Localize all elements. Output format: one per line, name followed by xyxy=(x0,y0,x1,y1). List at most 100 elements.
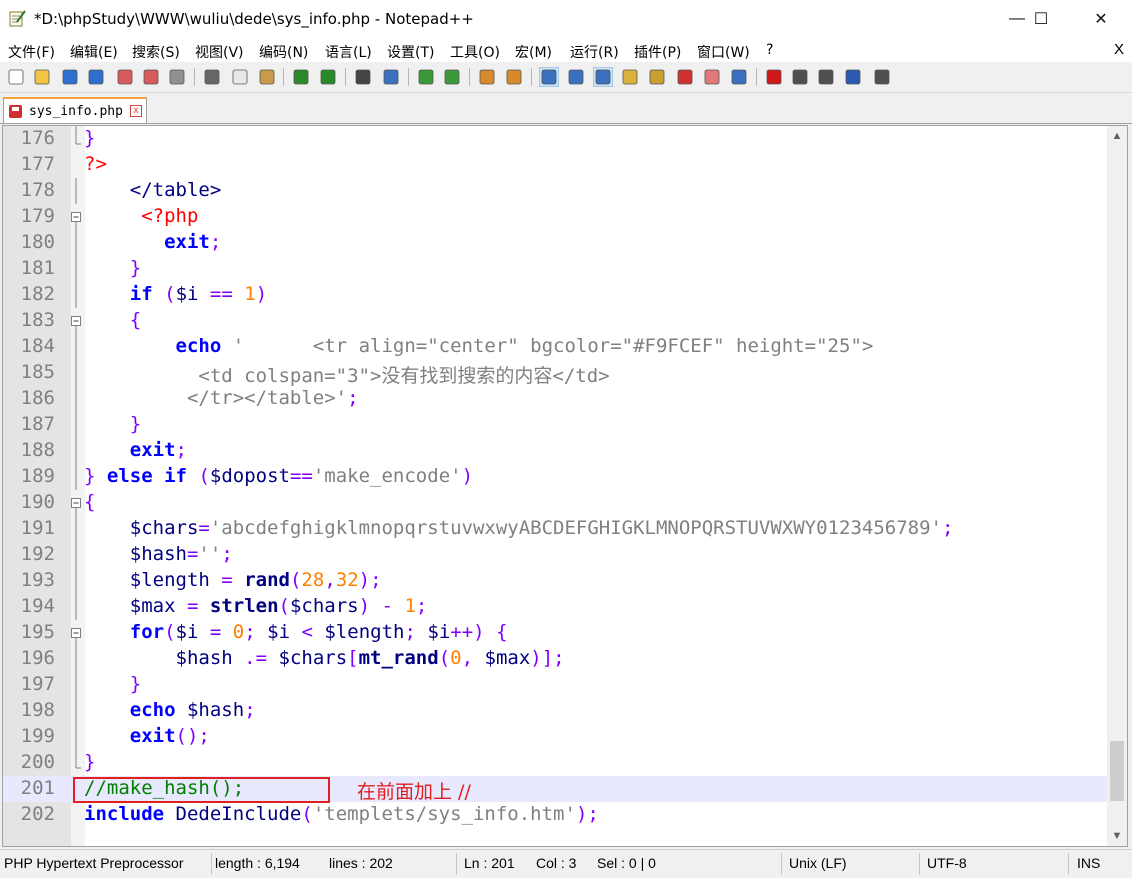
code-line[interactable]: 178 </table> xyxy=(3,178,1107,204)
replace-icon[interactable] xyxy=(381,67,401,87)
code-line[interactable]: 199 exit(); xyxy=(3,724,1107,750)
cut-icon[interactable] xyxy=(202,67,222,87)
menu-help[interactable]: ? xyxy=(766,42,773,58)
code-line[interactable]: 194 $max = strlen($chars) - 1; xyxy=(3,594,1107,620)
tab-close-icon[interactable]: x xyxy=(130,105,142,117)
show-all-chars-icon[interactable] xyxy=(566,67,586,87)
code-line[interactable]: 187 } xyxy=(3,412,1107,438)
save-all-icon[interactable] xyxy=(86,67,106,87)
scroll-up-icon[interactable]: ▲ xyxy=(1107,126,1127,146)
record-macro-icon[interactable] xyxy=(764,67,784,87)
code-line[interactable]: 181 } xyxy=(3,256,1107,282)
menu-run[interactable]: 运行(R) xyxy=(570,42,619,62)
word-wrap-icon[interactable] xyxy=(538,66,560,88)
code-line[interactable]: 176} xyxy=(3,126,1107,152)
code-line[interactable]: 177 ?> xyxy=(3,152,1107,178)
close-all-icon[interactable] xyxy=(141,67,161,87)
code-text: echo $hash; xyxy=(129,699,256,721)
code-text: include DedeInclude('templets/sys_info.h… xyxy=(84,803,599,825)
status-encoding[interactable]: UTF-8 xyxy=(927,855,967,871)
code-line[interactable]: 179 <?php xyxy=(3,204,1107,230)
fold-toggle-icon[interactable] xyxy=(69,308,83,334)
code-line[interactable]: 184 echo ' <tr align="center" bgcolor="#… xyxy=(3,334,1107,360)
code-editor[interactable]: 176} 177 ?> 178 </table> 179 <?php 180 exit; 1… xyxy=(2,125,1128,847)
code-line[interactable]: 193 $length = rand(28,32); xyxy=(3,568,1107,594)
new-file-icon[interactable] xyxy=(6,67,26,87)
fold-toggle-icon[interactable] xyxy=(69,620,83,646)
scroll-down-icon[interactable]: ▼ xyxy=(1107,826,1127,846)
line-number: 197 xyxy=(20,673,55,695)
sync-vertical-icon[interactable] xyxy=(477,67,497,87)
code-line[interactable]: 200} xyxy=(3,750,1107,776)
function-list-icon[interactable] xyxy=(675,67,695,87)
menu-window[interactable]: 窗口(W) xyxy=(697,42,750,62)
sync-horizontal-icon[interactable] xyxy=(504,67,524,87)
toolbar xyxy=(0,62,1132,93)
code-line[interactable]: 182 if ($i == 1) xyxy=(3,282,1107,308)
doc-map-icon[interactable] xyxy=(647,67,667,87)
status-eol[interactable]: Unix (LF) xyxy=(789,855,847,871)
code-line[interactable]: 180 exit; xyxy=(3,230,1107,256)
print-icon[interactable] xyxy=(167,67,187,87)
code-line[interactable]: 188 exit; xyxy=(3,438,1107,464)
scroll-thumb[interactable] xyxy=(1110,741,1124,801)
code-text: echo ' <tr align="center" bgcolor="#F9FC… xyxy=(175,335,874,357)
notepad-app-icon xyxy=(9,10,26,27)
title-bar[interactable]: *D:\phpStudy\WWW\wuliu\dede\sys_info.php… xyxy=(0,0,1132,39)
menu-edit[interactable]: 编辑(E) xyxy=(70,42,118,62)
status-insert-mode[interactable]: INS xyxy=(1077,855,1100,871)
code-line[interactable]: 185 <td colspan="3">没有找到搜索的内容</td> xyxy=(3,360,1107,387)
menu-macro[interactable]: 宏(M) xyxy=(515,42,552,62)
vertical-scrollbar[interactable]: ▲ ▼ xyxy=(1107,126,1127,846)
menu-tools[interactable]: 工具(O) xyxy=(450,42,500,62)
code-line[interactable]: 202 include DedeInclude('templets/sys_inf… xyxy=(3,802,1107,828)
zoom-in-icon[interactable] xyxy=(416,67,436,87)
code-line[interactable]: 183 { xyxy=(3,308,1107,334)
redo-icon[interactable] xyxy=(318,67,338,87)
undo-icon[interactable] xyxy=(291,67,311,87)
save-icon[interactable] xyxy=(60,67,80,87)
zoom-out-icon[interactable] xyxy=(442,67,462,87)
code-line[interactable]: 192 $hash=''; xyxy=(3,542,1107,568)
save-macro-icon[interactable] xyxy=(872,67,892,87)
code-line[interactable]: 197 } xyxy=(3,672,1107,698)
maximize-button[interactable]: ☐ xyxy=(1018,0,1064,38)
fold-toggle-icon[interactable] xyxy=(69,490,83,516)
close-icon[interactable] xyxy=(115,67,135,87)
menu-search[interactable]: 搜索(S) xyxy=(132,42,180,62)
menu-encoding[interactable]: 编码(N) xyxy=(259,42,308,62)
indent-guide-icon[interactable] xyxy=(592,66,614,88)
run-macro-multiple-icon[interactable] xyxy=(843,67,863,87)
code-text: } xyxy=(129,257,142,279)
tab-sys-info[interactable]: sys_info.php x xyxy=(3,97,147,123)
code-line[interactable]: 186 </tr></table>'; xyxy=(3,386,1107,412)
menu-view[interactable]: 视图(V) xyxy=(195,42,244,62)
menu-file[interactable]: 文件(F) xyxy=(8,42,55,62)
code-line[interactable]: 189} else if ($dopost=='make_encode') xyxy=(3,464,1107,490)
code-line[interactable]: 198 echo $hash; xyxy=(3,698,1107,724)
paste-icon[interactable] xyxy=(257,67,277,87)
code-line[interactable]: 190 { xyxy=(3,490,1107,516)
fold-line-icon xyxy=(69,542,83,568)
code-area[interactable]: 176} 177 ?> 178 </table> 179 <?php 180 exit; 1… xyxy=(3,126,1107,846)
find-icon[interactable] xyxy=(353,67,373,87)
code-line[interactable]: 195 for($i = 0; $i < $length; $i++) { xyxy=(3,620,1107,646)
line-number: 178 xyxy=(20,179,55,201)
line-number: 176 xyxy=(20,127,55,149)
menu-settings[interactable]: 设置(T) xyxy=(387,42,434,62)
play-macro-icon[interactable] xyxy=(816,67,836,87)
close-window-button[interactable]: ✕ xyxy=(1078,0,1124,38)
code-line[interactable]: 191 $chars='abcdefghigklmnopqrstuvwxwyAB… xyxy=(3,516,1107,542)
user-language-icon[interactable] xyxy=(620,67,640,87)
stop-macro-icon[interactable] xyxy=(790,67,810,87)
folder-workspace-icon[interactable] xyxy=(702,67,722,87)
fold-toggle-icon[interactable] xyxy=(69,204,83,230)
open-file-icon[interactable] xyxy=(32,67,52,87)
copy-icon[interactable] xyxy=(230,67,250,87)
monitoring-icon[interactable] xyxy=(729,67,749,87)
menu-language[interactable]: 语言(L) xyxy=(325,42,372,62)
menu-plugins[interactable]: 插件(P) xyxy=(634,42,681,62)
code-line[interactable]: 196 $hash .= $chars[mt_rand(0, $max)]; xyxy=(3,646,1107,672)
close-document-button[interactable]: X xyxy=(1114,41,1124,58)
fold-line-icon xyxy=(69,724,83,750)
